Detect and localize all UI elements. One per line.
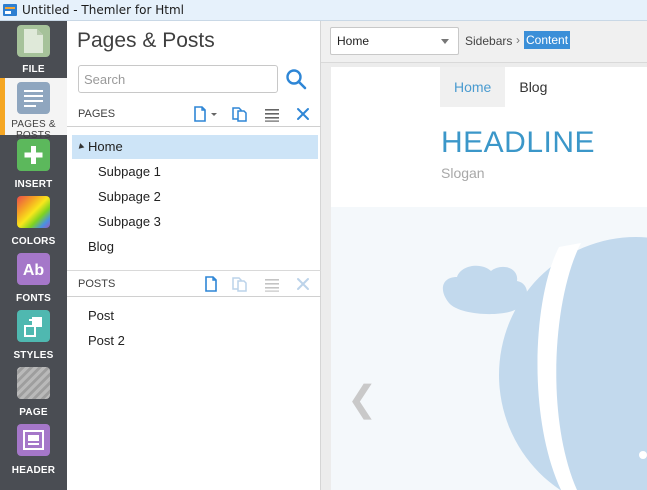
reorder-list-icon[interactable] <box>263 105 281 123</box>
collapse-arrow-icon[interactable] <box>76 143 85 151</box>
breadcrumb-separator: › <box>516 33 520 47</box>
palette-icon <box>17 196 50 228</box>
chevron-down-icon[interactable] <box>209 105 219 123</box>
preview-slider[interactable]: ❮ <box>331 207 647 490</box>
tree-item-label: Subpage 3 <box>98 214 161 229</box>
nav-insert-label: INSERT <box>14 179 53 190</box>
breadcrumb-content[interactable]: Content <box>524 31 571 49</box>
tree-item-subpage-1[interactable]: Subpage 1 <box>72 160 318 184</box>
tree-item-post-2[interactable]: Post 2 <box>72 329 318 353</box>
styles-icon <box>17 310 50 342</box>
tree-item-label: Home <box>88 139 123 154</box>
chevron-down-icon <box>441 39 449 44</box>
tree-item-blog[interactable]: Blog <box>72 235 318 259</box>
fonts-icon: Ab <box>17 253 50 285</box>
reorder-posts-icon <box>263 275 281 293</box>
pages-section-label: PAGES <box>78 108 116 120</box>
plus-icon <box>17 139 50 171</box>
nav-colors[interactable]: COLORS <box>0 192 67 249</box>
nav-styles[interactable]: STYLES <box>0 306 67 363</box>
duplicate-post-icon <box>231 275 249 293</box>
tree-item-label: Post 2 <box>88 333 125 348</box>
breadcrumb-sidebars[interactable]: Sidebars <box>465 34 512 48</box>
nav-styles-label: STYLES <box>13 350 54 361</box>
pages-icon <box>17 82 50 114</box>
nav-header-label: HEADER <box>11 465 56 476</box>
new-page-icon[interactable] <box>191 105 209 123</box>
search-input[interactable] <box>78 65 278 93</box>
nav-header[interactable]: HEADER <box>0 420 67 477</box>
page-select-value: Home <box>337 34 370 48</box>
tree-item-post[interactable]: Post <box>72 304 318 328</box>
duplicate-page-icon[interactable] <box>231 105 249 123</box>
preview-slogan[interactable]: Slogan <box>441 165 485 181</box>
tree-item-label: Subpage 1 <box>98 164 161 179</box>
window-titlebar: Untitled - Themler for Html <box>0 0 647 21</box>
tree-item-subpage-3[interactable]: Subpage 3 <box>72 210 318 234</box>
svg-text:Ab: Ab <box>23 262 45 279</box>
page-select[interactable]: Home <box>330 27 459 55</box>
editor-canvas: Home Sidebars › Content Home Blog HEADLI… <box>321 21 647 490</box>
header-icon <box>17 424 50 456</box>
panel-title: Pages & Posts <box>77 29 215 52</box>
file-icon <box>17 25 50 57</box>
preview-menu: Home Blog <box>440 67 561 107</box>
nav-file[interactable]: FILE <box>0 21 67 78</box>
nav-fonts[interactable]: Ab FONTS <box>0 249 67 306</box>
posts-section-header: POSTS <box>67 270 321 297</box>
tree-item-home[interactable]: Home <box>72 135 318 159</box>
new-post-icon[interactable] <box>202 275 220 293</box>
slider-prev-arrow[interactable]: ❮ <box>347 379 377 419</box>
tree-item-label: Subpage 2 <box>98 189 161 204</box>
nav-page[interactable]: PAGE <box>0 363 67 420</box>
nav-pages-posts[interactable]: PAGES & POSTS <box>0 78 67 141</box>
pages-section-header: PAGES <box>67 101 321 127</box>
preview-menu-home[interactable]: Home <box>440 67 506 107</box>
nav-colors-label: COLORS <box>11 236 56 247</box>
pages-posts-panel: Pages & Posts PAGES Home Subpage 1 Subpa… <box>67 21 321 490</box>
posts-section-label: POSTS <box>78 278 116 290</box>
tree-item-subpage-2[interactable]: Subpage 2 <box>72 185 318 209</box>
nav-insert[interactable]: INSERT <box>0 135 67 192</box>
hot-air-balloon-illustration <box>442 237 647 490</box>
nav-file-label: FILE <box>22 64 45 75</box>
canvas-toolbar: Home Sidebars › Content <box>321 21 647 63</box>
page-icon <box>17 367 50 399</box>
window-title: Untitled - Themler for Html <box>22 3 184 17</box>
themler-app-icon <box>2 2 18 18</box>
delete-post-icon <box>294 275 312 293</box>
left-toolbar: FILE PAGES & POSTS INSERT COLORS Ab FONT… <box>0 21 67 490</box>
tree-item-label: Post <box>88 308 115 323</box>
preview-headline[interactable]: HEADLINE <box>441 126 595 160</box>
search-icon[interactable] <box>285 68 307 90</box>
nav-page-label: PAGE <box>19 407 48 418</box>
page-preview: Home Blog HEADLINE Slogan ❮ <box>331 67 647 490</box>
delete-page-icon[interactable] <box>294 105 312 123</box>
preview-menu-blog[interactable]: Blog <box>505 67 561 107</box>
nav-fonts-label: FONTS <box>16 293 51 304</box>
tree-item-label: Blog <box>88 239 115 254</box>
